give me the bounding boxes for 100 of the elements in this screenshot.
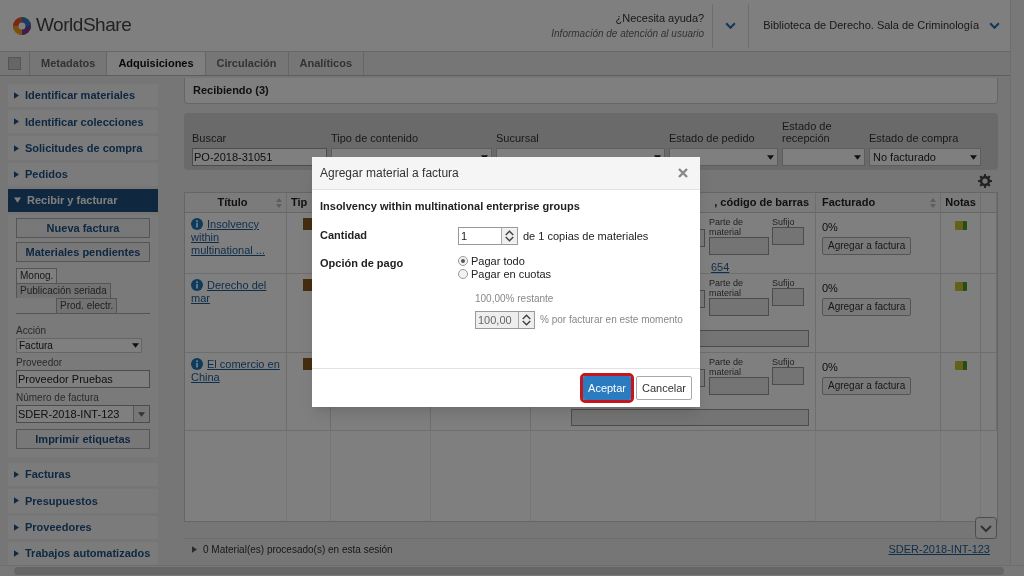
triangle-right-icon bbox=[14, 170, 19, 178]
sidebar-item[interactable]: Proveedores bbox=[8, 515, 158, 539]
sidebar-item-label: Facturas bbox=[25, 467, 71, 483]
sidebar-item[interactable]: Trabajos automatizados bbox=[8, 541, 158, 565]
billed-percent: 0% bbox=[822, 220, 838, 235]
dropdown-caret-icon bbox=[854, 154, 861, 160]
triangle-right-icon bbox=[14, 144, 19, 152]
title-link[interactable]: Insolvency within multinational ... bbox=[191, 218, 280, 257]
help-subtitle: Información de atención al usuario bbox=[551, 27, 705, 42]
close-icon[interactable] bbox=[678, 168, 688, 178]
info-icon[interactable] bbox=[191, 279, 203, 291]
field-label: Parte de material bbox=[709, 217, 745, 237]
session-summary: 0 Material(es) procesado(s) en esta sesión bbox=[203, 543, 394, 557]
sidebar-item[interactable]: Identificar colecciones bbox=[8, 110, 158, 134]
triangle-right-icon bbox=[14, 549, 19, 557]
quantity-field[interactable]: 1 bbox=[458, 226, 518, 245]
column-header[interactable]: Tip bbox=[291, 194, 308, 211]
dialog-title: Agregar material a factura bbox=[320, 165, 459, 182]
dropdown-caret-icon bbox=[138, 411, 145, 417]
dropdown-caret-icon bbox=[132, 343, 139, 349]
print-labels-button[interactable]: Imprimir etiquetas bbox=[16, 429, 150, 450]
column-header[interactable]: Notas bbox=[945, 194, 976, 211]
sidebar-item[interactable]: Presupuestos bbox=[8, 489, 158, 513]
suffix-input[interactable] bbox=[772, 288, 804, 306]
book-icon bbox=[303, 279, 312, 291]
sidebar-item[interactable]: Identificar materiales bbox=[8, 84, 158, 108]
info-icon[interactable] bbox=[191, 358, 203, 370]
text-field[interactable]: Proveedor Pruebas bbox=[16, 370, 150, 389]
suffix-input[interactable] bbox=[772, 227, 804, 245]
cancel-button[interactable]: Cancelar bbox=[635, 376, 692, 400]
radio-option[interactable]: Pagar en cuotas bbox=[458, 267, 683, 281]
select-field[interactable] bbox=[782, 148, 865, 166]
subtab[interactable]: Monog. bbox=[16, 268, 58, 284]
title-link[interactable]: El comercio en China bbox=[191, 358, 280, 384]
sidebar-item[interactable]: Pedidos bbox=[8, 162, 158, 186]
chevron-down-icon[interactable] bbox=[989, 22, 1000, 29]
field-label: Cantidad bbox=[320, 227, 369, 243]
triangle-right-icon bbox=[14, 92, 19, 100]
invoice-link[interactable]: SDER-2018-INT-123 bbox=[888, 541, 990, 558]
nav-tab[interactable]: Adquisiciones bbox=[106, 52, 205, 75]
sidebar-item[interactable]: Solicitudes de compra bbox=[8, 136, 158, 160]
chevron-down-icon[interactable] bbox=[725, 22, 737, 29]
radio-button[interactable] bbox=[458, 256, 468, 266]
stepper-icon[interactable] bbox=[501, 227, 517, 244]
note-add-icon[interactable] bbox=[954, 282, 967, 291]
note-add-icon[interactable] bbox=[954, 221, 967, 230]
search-field[interactable]: PO-2018-31051 bbox=[192, 148, 327, 166]
column-header[interactable]: , código de barras bbox=[714, 194, 809, 211]
barcode-link[interactable]: 654 bbox=[711, 259, 730, 276]
help-link[interactable]: ¿Necesita ayuda? bbox=[615, 9, 705, 27]
subtab[interactable]: Prod. electr. bbox=[56, 298, 118, 314]
settings-icon[interactable] bbox=[978, 174, 992, 188]
sidebar-button[interactable]: Materiales pendientes bbox=[16, 242, 150, 263]
sidebar-item[interactable]: Facturas bbox=[8, 463, 158, 487]
sidebar-item[interactable]: Recibir y facturar bbox=[8, 188, 158, 213]
select-field[interactable]: Factura bbox=[16, 338, 142, 354]
triangle-right-icon bbox=[14, 471, 19, 479]
barcode-input[interactable] bbox=[571, 409, 809, 426]
scroll-down-button[interactable] bbox=[975, 517, 997, 539]
select-field[interactable]: No facturado bbox=[869, 148, 981, 166]
billed-percent: 0% bbox=[822, 360, 838, 375]
item-part-input[interactable] bbox=[709, 298, 769, 316]
collapse-toggle[interactable] bbox=[8, 57, 21, 70]
item-part-input[interactable] bbox=[709, 377, 769, 395]
add-to-invoice-button[interactable]: Agregar a factura bbox=[822, 236, 912, 255]
triangle-down-icon bbox=[14, 197, 21, 204]
sidebar-item-label: Identificar colecciones bbox=[25, 114, 144, 130]
filter-label: Sucursal bbox=[496, 132, 540, 144]
field-label: Número de factura bbox=[16, 391, 100, 406]
sort-icon[interactable] bbox=[276, 197, 282, 208]
book-icon bbox=[303, 218, 312, 230]
sidebar-item-label: Recibir y facturar bbox=[27, 193, 118, 209]
column-header[interactable]: Facturado bbox=[820, 194, 930, 211]
dropdown-caret-icon bbox=[970, 154, 977, 160]
add-to-invoice-button[interactable]: Agregar a factura bbox=[822, 376, 912, 395]
radio-button[interactable] bbox=[458, 269, 468, 279]
nav-tab[interactable]: Circulación bbox=[204, 52, 288, 75]
remaining-text: 100,00% restante bbox=[475, 291, 555, 306]
suffix-input[interactable] bbox=[772, 367, 804, 385]
info-icon[interactable] bbox=[191, 218, 203, 230]
field-label: Parte de material bbox=[709, 278, 745, 298]
radio-option[interactable]: Pagar todo bbox=[458, 254, 683, 268]
note-add-icon[interactable] bbox=[954, 361, 967, 370]
column-header[interactable]: Título bbox=[189, 194, 276, 211]
institution-menu[interactable]: Biblioteca de Derecho. Sala de Criminología bbox=[748, 3, 979, 48]
accept-button[interactable]: Aceptar bbox=[583, 376, 631, 400]
sidebar-button[interactable]: Nueva factura bbox=[16, 218, 150, 239]
dropdown-caret-icon bbox=[767, 154, 774, 160]
filter-label: Estado de pedido bbox=[669, 132, 756, 144]
combo-field[interactable]: SDER-2018-INT-123 bbox=[16, 405, 150, 424]
field-label: Sufijo bbox=[772, 217, 796, 227]
add-to-invoice-button[interactable]: Agregar a factura bbox=[822, 297, 912, 316]
sort-icon[interactable] bbox=[930, 197, 936, 208]
percent-note: % por facturar en este momento bbox=[540, 313, 683, 327]
nav-tab[interactable]: Analíticos bbox=[287, 52, 365, 75]
subtab[interactable]: Publicación seriada bbox=[16, 283, 111, 299]
item-part-input[interactable] bbox=[709, 237, 769, 255]
vertical-scrollbar[interactable] bbox=[1010, 0, 1024, 565]
logo-text: WorldShare bbox=[36, 13, 132, 38]
quantity-note: de 1 copias de materiales bbox=[523, 228, 649, 244]
